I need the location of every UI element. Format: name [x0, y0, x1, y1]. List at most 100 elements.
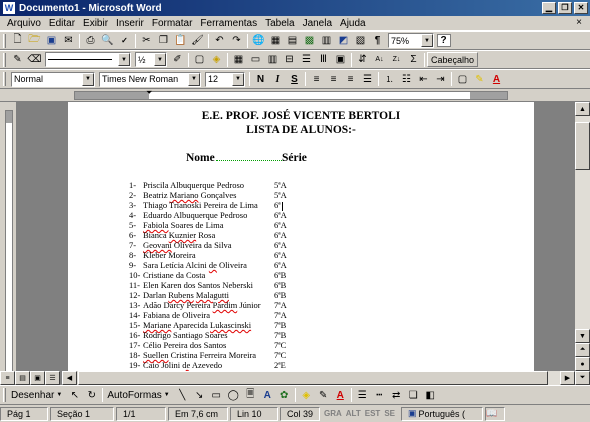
- paste-icon[interactable]: 📋: [173, 33, 189, 49]
- menu-inserir[interactable]: Inserir: [112, 18, 148, 29]
- indent-marker-icon[interactable]: ⏷: [146, 89, 152, 97]
- menu-formatar[interactable]: Formatar: [148, 18, 197, 29]
- underline-button[interactable]: S: [287, 71, 303, 87]
- status-trk[interactable]: ALT: [344, 409, 363, 418]
- sort-descending-icon[interactable]: Z↓: [389, 52, 405, 68]
- scroll-right-icon[interactable]: ▶: [560, 371, 575, 385]
- menu-arquivo[interactable]: Arquivo: [3, 18, 45, 29]
- print-preview-icon[interactable]: 🔍: [100, 33, 116, 49]
- toolbar-grip[interactable]: [3, 388, 6, 402]
- line-style-combo[interactable]: ▼: [45, 52, 131, 67]
- columns-icon[interactable]: ▥: [319, 33, 335, 49]
- pencil-icon[interactable]: ✎: [10, 52, 26, 68]
- document-close-icon[interactable]: ×: [576, 17, 582, 28]
- font-size-combo[interactable]: 12 ▼: [205, 71, 245, 87]
- next-page-icon[interactable]: ⏷: [575, 371, 590, 385]
- cut-icon[interactable]: ✂: [139, 33, 155, 49]
- chevron-down-icon[interactable]: ▼: [188, 72, 200, 86]
- spelling-status-icon[interactable]: 📖: [484, 406, 505, 421]
- horizontal-scrollbar[interactable]: ◀ ▶: [62, 371, 575, 385]
- minimize-button[interactable]: ▁: [542, 2, 556, 14]
- align-center-icon[interactable]: ≡: [326, 71, 342, 87]
- save-icon[interactable]: ▣: [44, 33, 60, 49]
- spelling-icon[interactable]: ✓: [117, 33, 133, 49]
- line-color-icon[interactable]: ✎: [315, 387, 331, 403]
- maximize-button[interactable]: ❐: [558, 2, 572, 14]
- oval-icon[interactable]: ◯: [225, 387, 241, 403]
- document-map-icon[interactable]: ▧: [353, 33, 369, 49]
- status-ext[interactable]: EST: [363, 409, 383, 418]
- new-document-icon[interactable]: 🗋: [10, 33, 26, 49]
- document-area[interactable]: E.E. PROF. JOSÉ VICENTE BERTOLI LISTA DE…: [17, 102, 575, 385]
- outline-view-icon[interactable]: ☰: [45, 371, 60, 385]
- text-direction-icon[interactable]: ⇵: [355, 52, 371, 68]
- browse-object-icon[interactable]: ●: [575, 357, 590, 371]
- status-rec[interactable]: GRA: [322, 409, 344, 418]
- italic-button[interactable]: I: [270, 71, 286, 87]
- scroll-up-icon[interactable]: ▲: [575, 102, 590, 116]
- normal-view-icon[interactable]: ≡: [0, 371, 15, 385]
- show-hide-icon[interactable]: ¶: [370, 33, 386, 49]
- merge-cells-icon[interactable]: ▭: [248, 52, 264, 68]
- status-ovr[interactable]: SE: [382, 409, 397, 418]
- distribute-columns-icon[interactable]: Ⅲ: [316, 52, 332, 68]
- border-color-icon[interactable]: ✐: [170, 52, 186, 68]
- menu-tabela[interactable]: Tabela: [261, 18, 298, 29]
- help-icon[interactable]: ?: [436, 34, 451, 47]
- insert-excel-icon[interactable]: ▩: [302, 33, 318, 49]
- numbering-icon[interactable]: ⒈: [382, 71, 398, 87]
- redo-icon[interactable]: ↷: [229, 33, 245, 49]
- wordart-icon[interactable]: A: [259, 387, 275, 403]
- close-button[interactable]: ✕: [574, 2, 588, 14]
- free-rotate-icon[interactable]: ↻: [84, 387, 100, 403]
- autoformat-icon[interactable]: ▣: [333, 52, 349, 68]
- borders-icon[interactable]: ▢: [192, 52, 208, 68]
- split-cells-icon[interactable]: ▥: [265, 52, 281, 68]
- arrow-icon[interactable]: ↘: [191, 387, 207, 403]
- chevron-down-icon[interactable]: ▼: [232, 72, 244, 86]
- shading-icon[interactable]: ◈: [209, 52, 225, 68]
- menu-editar[interactable]: Editar: [45, 18, 79, 29]
- format-painter-icon[interactable]: 🖌: [190, 33, 206, 49]
- insert-table-icon[interactable]: ▤: [285, 33, 301, 49]
- chevron-down-icon[interactable]: ▼: [421, 34, 433, 47]
- menu-ajuda[interactable]: Ajuda: [336, 18, 370, 29]
- toolbar-grip[interactable]: [3, 33, 6, 48]
- style-combo[interactable]: Normal ▼: [11, 71, 95, 87]
- justify-icon[interactable]: ☰: [360, 71, 376, 87]
- align-icon[interactable]: ⊟: [282, 52, 298, 68]
- bold-button[interactable]: N: [253, 71, 269, 87]
- rectangle-icon[interactable]: ▭: [208, 387, 224, 403]
- highlight-icon[interactable]: ✎: [472, 71, 488, 87]
- menu-janela[interactable]: Janela: [299, 18, 336, 29]
- 3d-icon[interactable]: ◧: [422, 387, 438, 403]
- horizontal-scroll-thumb[interactable]: [78, 371, 548, 385]
- bullets-icon[interactable]: ☷: [399, 71, 415, 87]
- style-name-display[interactable]: Cabeçalho: [427, 52, 479, 67]
- previous-page-icon[interactable]: ⏶: [575, 343, 590, 357]
- draw-menu-button[interactable]: Desenhar: [9, 390, 56, 401]
- font-combo[interactable]: Times New Roman ▼: [99, 71, 201, 87]
- sort-ascending-icon[interactable]: A↓: [372, 52, 388, 68]
- vertical-ruler[interactable]: [0, 102, 17, 385]
- vertical-scrollbar[interactable]: ▲ ▼ ⏶ ● ⏷: [575, 102, 590, 385]
- chevron-down-icon[interactable]: ▼: [56, 392, 62, 398]
- font-color-icon[interactable]: A: [332, 387, 348, 403]
- hyperlink-icon[interactable]: 🌐: [251, 33, 267, 49]
- line-style-icon[interactable]: ☰: [354, 387, 370, 403]
- copy-icon[interactable]: ❐: [156, 33, 172, 49]
- chevron-down-icon[interactable]: ▼: [154, 53, 166, 66]
- distribute-rows-icon[interactable]: ☰: [299, 52, 315, 68]
- arrow-style-icon[interactable]: ⇄: [388, 387, 404, 403]
- drawing-icon[interactable]: ◩: [336, 33, 352, 49]
- align-right-icon[interactable]: ≡: [343, 71, 359, 87]
- chevron-down-icon[interactable]: ▼: [118, 53, 130, 66]
- chevron-down-icon[interactable]: ▼: [82, 72, 94, 86]
- horizontal-ruler[interactable]: ⏷: [0, 89, 590, 102]
- clip-art-icon[interactable]: ✿: [276, 387, 292, 403]
- email-icon[interactable]: ✉: [61, 33, 77, 49]
- autoshapes-menu-button[interactable]: AutoFormas: [105, 390, 163, 401]
- outside-border-icon[interactable]: ▢: [455, 71, 471, 87]
- decrease-indent-icon[interactable]: ⇤: [416, 71, 432, 87]
- print-layout-icon[interactable]: ▣: [30, 371, 45, 385]
